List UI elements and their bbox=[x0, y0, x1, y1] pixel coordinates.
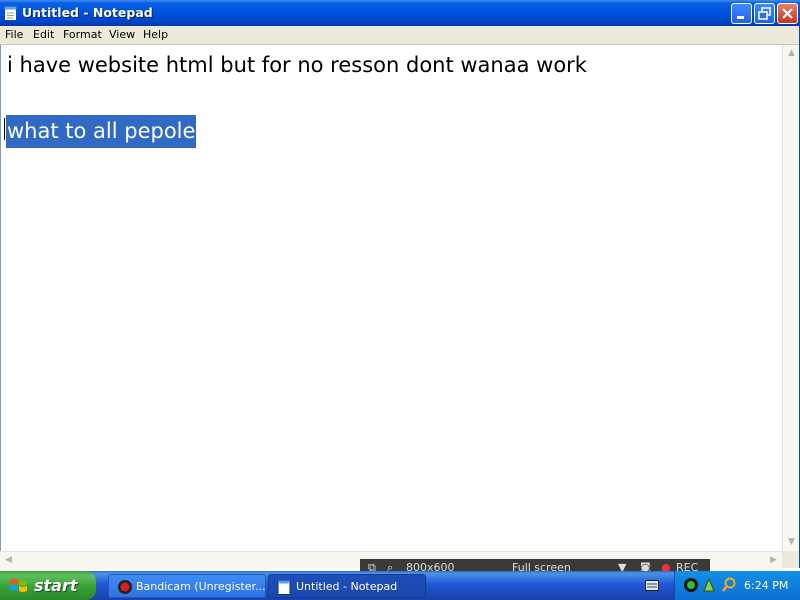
search-icon[interactable]: ⌕ bbox=[387, 561, 393, 571]
dropdown-arrow-icon[interactable]: ▼ bbox=[618, 561, 626, 571]
minimize-icon bbox=[737, 16, 744, 19]
window-mode-icon[interactable]: ⧉ bbox=[368, 561, 376, 571]
scroll-left-arrow-icon[interactable]: ◀ bbox=[0, 552, 17, 569]
search-icon[interactable] bbox=[721, 577, 737, 593]
taskbar-button-notepad[interactable]: Untitled - Notepad bbox=[268, 574, 426, 598]
close-icon bbox=[782, 8, 793, 19]
text-line: i have website html but for no resson do… bbox=[7, 53, 587, 77]
restore-icon bbox=[758, 7, 771, 20]
menu-edit[interactable]: Edit bbox=[33, 28, 54, 41]
taskbar: start Bandicam (Unregister... Untitled -… bbox=[0, 571, 800, 600]
scroll-down-arrow-icon[interactable]: ▼ bbox=[783, 534, 800, 551]
rec-status[interactable]: REC bbox=[676, 561, 698, 571]
selected-text: what to all pepole bbox=[6, 115, 197, 148]
restore-button[interactable] bbox=[754, 3, 775, 24]
scroll-up-arrow-icon[interactable]: ▲ bbox=[783, 45, 800, 62]
window-title: Untitled - Notepad bbox=[22, 5, 153, 20]
menu-help[interactable]: Help bbox=[143, 28, 168, 41]
menu-bar: File Edit Format View Help bbox=[0, 26, 800, 45]
recording-size: 800x600 bbox=[406, 561, 455, 571]
close-button[interactable] bbox=[777, 3, 798, 24]
text-editor-area[interactable]: i have website html but for no resson do… bbox=[0, 45, 783, 551]
notepad-icon bbox=[4, 6, 17, 21]
camera-icon[interactable]: ◙ bbox=[640, 561, 651, 571]
notepad-icon bbox=[277, 580, 291, 595]
bandicam-tray-icon[interactable] bbox=[683, 577, 699, 593]
system-tray: 6:24 PM bbox=[674, 571, 800, 600]
bandicam-icon bbox=[118, 580, 132, 594]
menu-view[interactable]: View bbox=[109, 28, 135, 41]
taskbar-button-label: Bandicam (Unregister... bbox=[136, 580, 266, 593]
title-bar[interactable]: Untitled - Notepad bbox=[0, 0, 800, 26]
recorder-toolbar[interactable]: ⧉ ⌕ 800x600 Full screen ▼ ◙ ● REC bbox=[360, 559, 710, 571]
windows-flag-icon bbox=[10, 579, 27, 592]
vertical-scrollbar[interactable]: ▲ ▼ bbox=[782, 45, 800, 551]
clock[interactable]: 6:24 PM bbox=[744, 579, 788, 592]
size-grip[interactable] bbox=[782, 551, 799, 568]
menu-format[interactable]: Format bbox=[63, 28, 102, 41]
taskbar-button-bandicam[interactable]: Bandicam (Unregister... bbox=[108, 574, 266, 598]
start-label: start bbox=[34, 576, 78, 595]
start-button[interactable]: start bbox=[0, 571, 96, 600]
network-icon[interactable] bbox=[702, 577, 716, 593]
keyboard-icon[interactable] bbox=[645, 580, 659, 591]
taskbar-button-label: Untitled - Notepad bbox=[296, 580, 398, 593]
menu-file[interactable]: File bbox=[5, 28, 23, 41]
record-dot-icon: ● bbox=[661, 561, 671, 571]
scroll-right-arrow-icon[interactable]: ▶ bbox=[765, 552, 782, 569]
text-cursor bbox=[4, 118, 5, 140]
minimize-button[interactable] bbox=[731, 3, 752, 24]
recording-mode[interactable]: Full screen bbox=[512, 561, 571, 571]
